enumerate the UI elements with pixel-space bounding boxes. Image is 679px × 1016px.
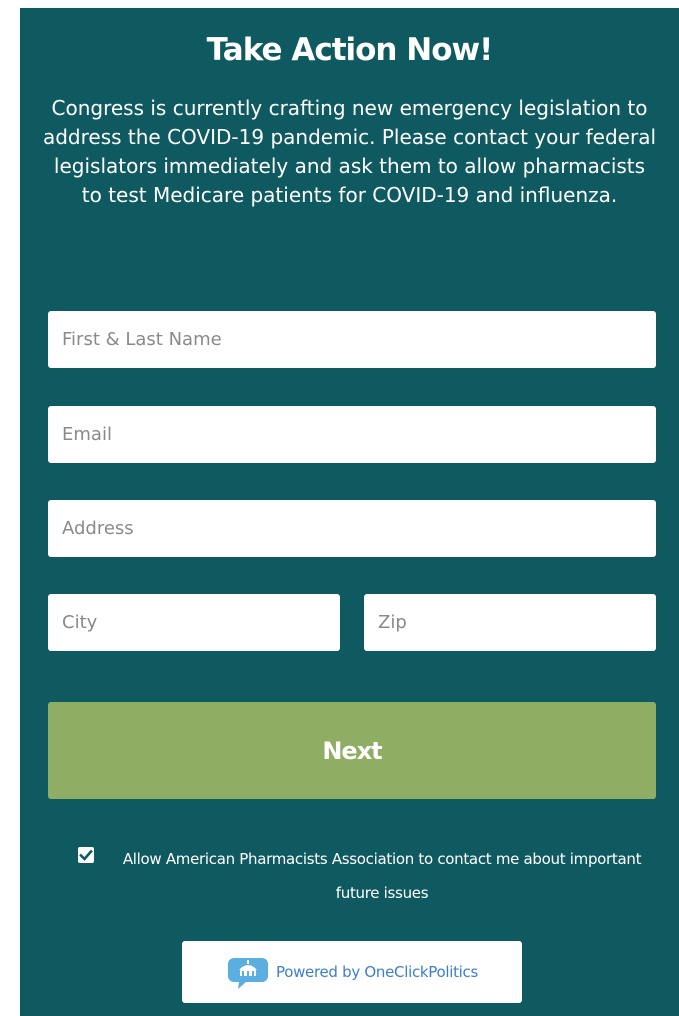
intro-text: Congress is currently crafting new emerg… [42,96,657,207]
city-input[interactable] [48,594,340,651]
powered-by-label: Powered by OneClickPolitics [275,963,479,981]
consent-checkbox[interactable] [78,847,94,863]
powered-by-badge[interactable]: Powered by OneClickPolitics [182,941,522,1003]
email-input[interactable] [48,406,656,463]
page-title: Take Action Now! [206,32,494,68]
consent-label: Allow American Pharmacists Association t… [122,850,642,902]
name-input[interactable] [48,311,656,368]
next-button[interactable]: Next [48,702,656,799]
address-input[interactable] [48,500,656,557]
zip-input[interactable] [364,594,656,651]
checkmark-icon [79,849,93,861]
take-action-panel: Take Action Now! Congress is currently c… [20,8,679,1016]
oneclickpolitics-logo-icon [227,958,268,989]
